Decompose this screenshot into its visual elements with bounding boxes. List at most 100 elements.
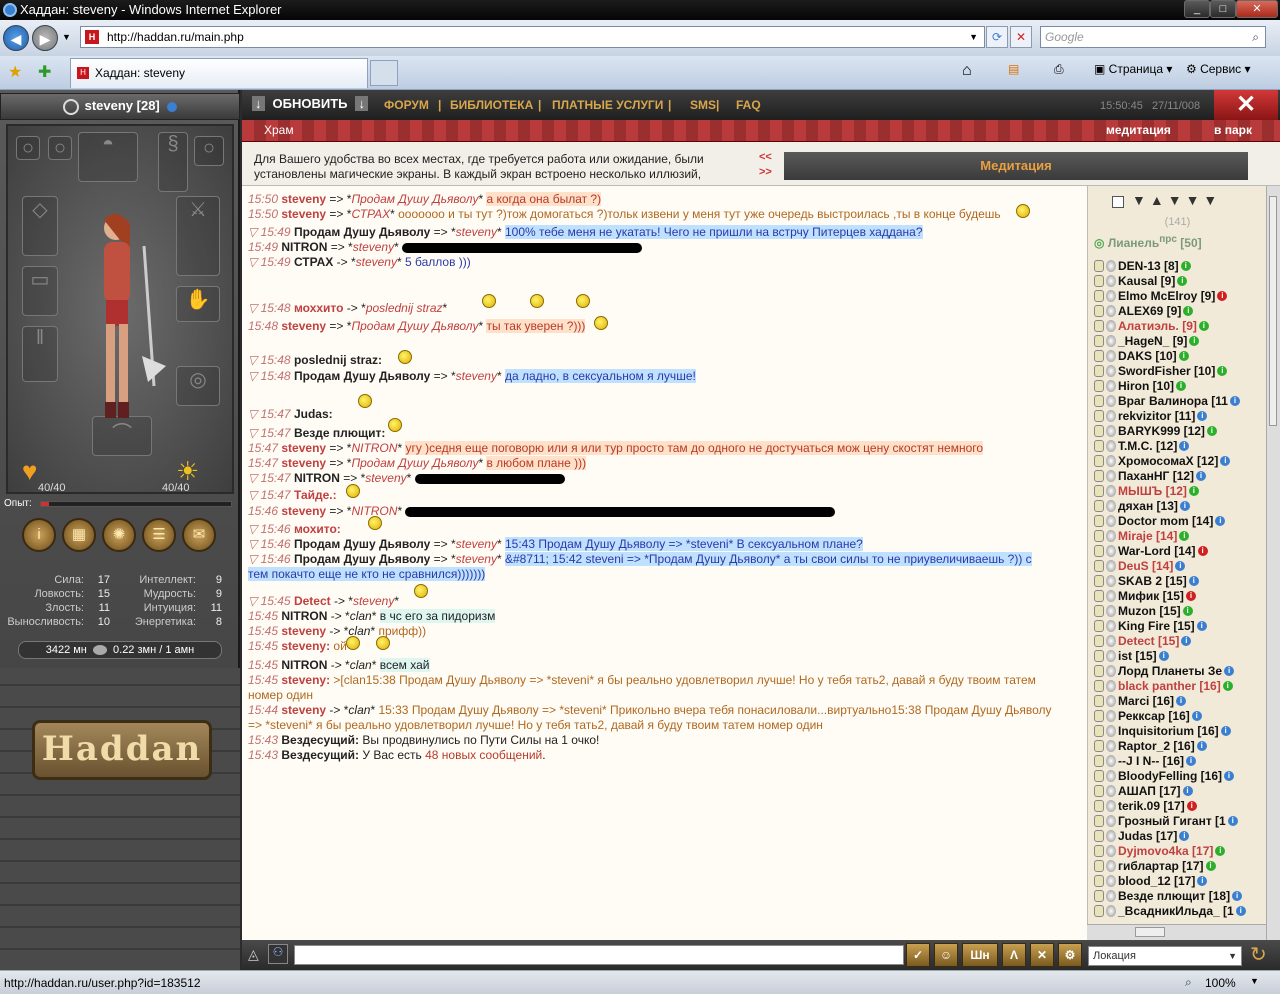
invite-icon[interactable] xyxy=(1094,529,1104,542)
user-name[interactable]: АШАП [17] xyxy=(1118,784,1181,798)
chat-settings-icon[interactable]: ⚙ xyxy=(1058,943,1082,967)
chat-message[interactable]: ▽ 15:49 СТРАХ -> *steveny* 5 баллов ))) xyxy=(248,255,471,269)
user-info-icon[interactable]: i xyxy=(1196,740,1207,751)
meditation-link[interactable]: медитация xyxy=(1106,123,1171,137)
user-name[interactable]: DeuS [14] xyxy=(1118,559,1173,573)
invite-icon[interactable] xyxy=(1094,724,1104,737)
user-info-icon[interactable]: i xyxy=(1182,785,1193,796)
user-info-icon[interactable]: i xyxy=(1198,320,1209,331)
chat-message[interactable]: ▽ 15:46 Продам Душу Дьяволу => *steveny*… xyxy=(248,537,863,551)
invite-icon[interactable] xyxy=(1094,829,1104,842)
user-row[interactable]: Elmo McElroy [9] i xyxy=(1094,288,1266,303)
invite-icon[interactable] xyxy=(1094,649,1104,662)
chat-time[interactable]: 15:43 xyxy=(248,748,281,762)
chat-clear-icon[interactable]: ✕ xyxy=(1030,943,1054,967)
userlist-scrollbar[interactable] xyxy=(1266,186,1280,940)
chat-time[interactable]: 15:48 xyxy=(248,319,281,333)
user-name[interactable]: _HageN_ [9] xyxy=(1118,334,1187,348)
invite-icon[interactable] xyxy=(1094,454,1104,467)
chat-recipient[interactable]: steveny xyxy=(456,225,497,239)
earring-slot[interactable]: ○ xyxy=(194,136,224,166)
invite-icon[interactable] xyxy=(1094,589,1104,602)
chat-sender[interactable]: steveny xyxy=(281,624,326,638)
user-name[interactable]: Алатиэль. [9] xyxy=(1118,319,1197,333)
feeds-icon[interactable]: ▤ xyxy=(1008,62,1019,76)
invite-icon[interactable] xyxy=(1094,739,1104,752)
ring-slot-2[interactable]: ○ xyxy=(48,136,72,160)
chat-recipient[interactable]: СТРАХ xyxy=(351,207,390,221)
user-info-icon[interactable]: i xyxy=(1186,800,1197,811)
user-row[interactable]: дяхан [13] i xyxy=(1094,498,1266,513)
location-select[interactable]: Локация ▼ xyxy=(1088,946,1242,966)
user-name[interactable]: Лорд Планеты Зе xyxy=(1118,664,1222,678)
info-button-icon[interactable]: i xyxy=(22,518,56,552)
chat-recipient[interactable]: clan xyxy=(348,703,370,717)
user-info-icon[interactable]: i xyxy=(1181,635,1192,646)
chat-sender[interactable]: steveny xyxy=(281,319,326,333)
add-favorite-icon[interactable]: ✚ xyxy=(38,62,51,82)
chat-time[interactable]: 15:50 xyxy=(248,192,281,206)
invite-icon[interactable] xyxy=(1094,274,1104,287)
user-row[interactable]: Везде плющит [18] i xyxy=(1094,888,1266,903)
user-info-icon[interactable]: i xyxy=(1224,770,1235,781)
ring-slot-1[interactable]: ○ xyxy=(16,136,40,160)
chat-time[interactable]: 15:45 xyxy=(248,673,281,687)
print-icon[interactable]: ⎙ xyxy=(1054,62,1064,77)
chat-time[interactable]: 15:47 xyxy=(248,456,281,470)
user-row[interactable]: Marci [16] i xyxy=(1094,693,1266,708)
chat-time[interactable]: 15:45 xyxy=(248,624,281,638)
user-info-icon[interactable]: i xyxy=(1185,590,1196,601)
maximize-button[interactable]: □ xyxy=(1210,0,1236,18)
chat-time[interactable]: ▽ 15:46 xyxy=(248,537,294,551)
inventory-button-icon[interactable]: ▦ xyxy=(62,518,96,552)
user-row[interactable]: BARYK999 [12] i xyxy=(1094,423,1266,438)
chat-time[interactable]: ▽ 15:47 xyxy=(248,488,294,502)
url-field[interactable]: H http://haddan.ru/main.php ▼ xyxy=(80,26,985,48)
forward-icon[interactable]: ▶ xyxy=(32,25,58,51)
user-info-icon[interactable]: i xyxy=(1220,455,1231,466)
close-window-button[interactable]: ✕ xyxy=(1236,0,1278,18)
chat-message[interactable]: ▽ 15:49 Продам Душу Дьяволу => *steveny*… xyxy=(248,225,923,239)
chat-message[interactable]: 15:44 steveny -> *clan* 15:33 Продам Душ… xyxy=(248,703,1052,717)
chat-sender[interactable]: Продам Душу Дьяволу xyxy=(294,225,430,239)
chat-sender[interactable]: моххито xyxy=(294,301,344,315)
user-info-icon[interactable]: i xyxy=(1179,830,1190,841)
chat-sender[interactable]: steveny xyxy=(281,504,326,518)
search-input[interactable]: Google ⌕ xyxy=(1040,26,1266,48)
user-info-icon[interactable]: i xyxy=(1179,440,1190,451)
chat-message[interactable]: ▽ 15:47 Везде плющит: xyxy=(248,426,385,440)
invite-icon[interactable] xyxy=(1094,904,1104,917)
weapon-slot[interactable]: ⚔ xyxy=(176,196,220,276)
chat-sender[interactable]: steveny xyxy=(281,441,326,455)
chat-sender[interactable]: Тайде.: xyxy=(294,488,337,502)
user-name[interactable]: SwordFisher [10] xyxy=(1118,364,1215,378)
chat-message[interactable]: 15:46 steveny => *NITRON* xyxy=(248,504,836,518)
service-menu[interactable]: ⚙ Сервис ▾ xyxy=(1186,62,1251,76)
chat-sender[interactable]: мохито: xyxy=(294,522,341,536)
user-info-icon[interactable]: i xyxy=(1222,680,1233,691)
user-info-icon[interactable]: i xyxy=(1186,755,1196,766)
chat-message[interactable]: 15:49 NITRON => *steveny* xyxy=(248,240,643,254)
shield-slot[interactable]: ◇ xyxy=(22,196,58,256)
invite-icon[interactable] xyxy=(1094,784,1104,797)
invite-icon[interactable] xyxy=(1094,439,1104,452)
user-info-icon[interactable]: i xyxy=(1229,395,1240,406)
chat-time[interactable]: ▽ 15:48 xyxy=(248,301,294,315)
refresh-button[interactable]: ↓ ОБНОВИТЬ ↓ xyxy=(252,96,368,111)
invite-icon[interactable] xyxy=(1094,574,1104,587)
user-info-icon[interactable]: i xyxy=(1217,290,1228,301)
chat-message[interactable]: тем покачто еще не кто не сравнился)))))… xyxy=(248,567,486,581)
user-info-icon[interactable]: i xyxy=(1215,845,1226,856)
chat-recipient[interactable]: steveny xyxy=(456,369,497,383)
chat-lambda-icon[interactable]: Λ xyxy=(1002,943,1026,967)
user-name[interactable]: Т.М.С. [12] xyxy=(1118,439,1177,453)
user-row[interactable]: blood_12 [17] i xyxy=(1094,873,1266,888)
user-info-icon[interactable]: i xyxy=(1180,260,1191,271)
user-name[interactable]: Judas [17] xyxy=(1118,829,1177,843)
user-name[interactable]: дяхан [13] xyxy=(1118,499,1178,513)
chat-sender[interactable]: steveny xyxy=(281,192,326,206)
userlist-hscrollbar[interactable] xyxy=(1087,924,1266,940)
chat-check-icon[interactable]: ✓ xyxy=(906,943,930,967)
top-user[interactable]: ◎ Лианельпрс [50] xyxy=(1094,234,1202,250)
chat-sender[interactable]: steveny: xyxy=(281,639,330,653)
